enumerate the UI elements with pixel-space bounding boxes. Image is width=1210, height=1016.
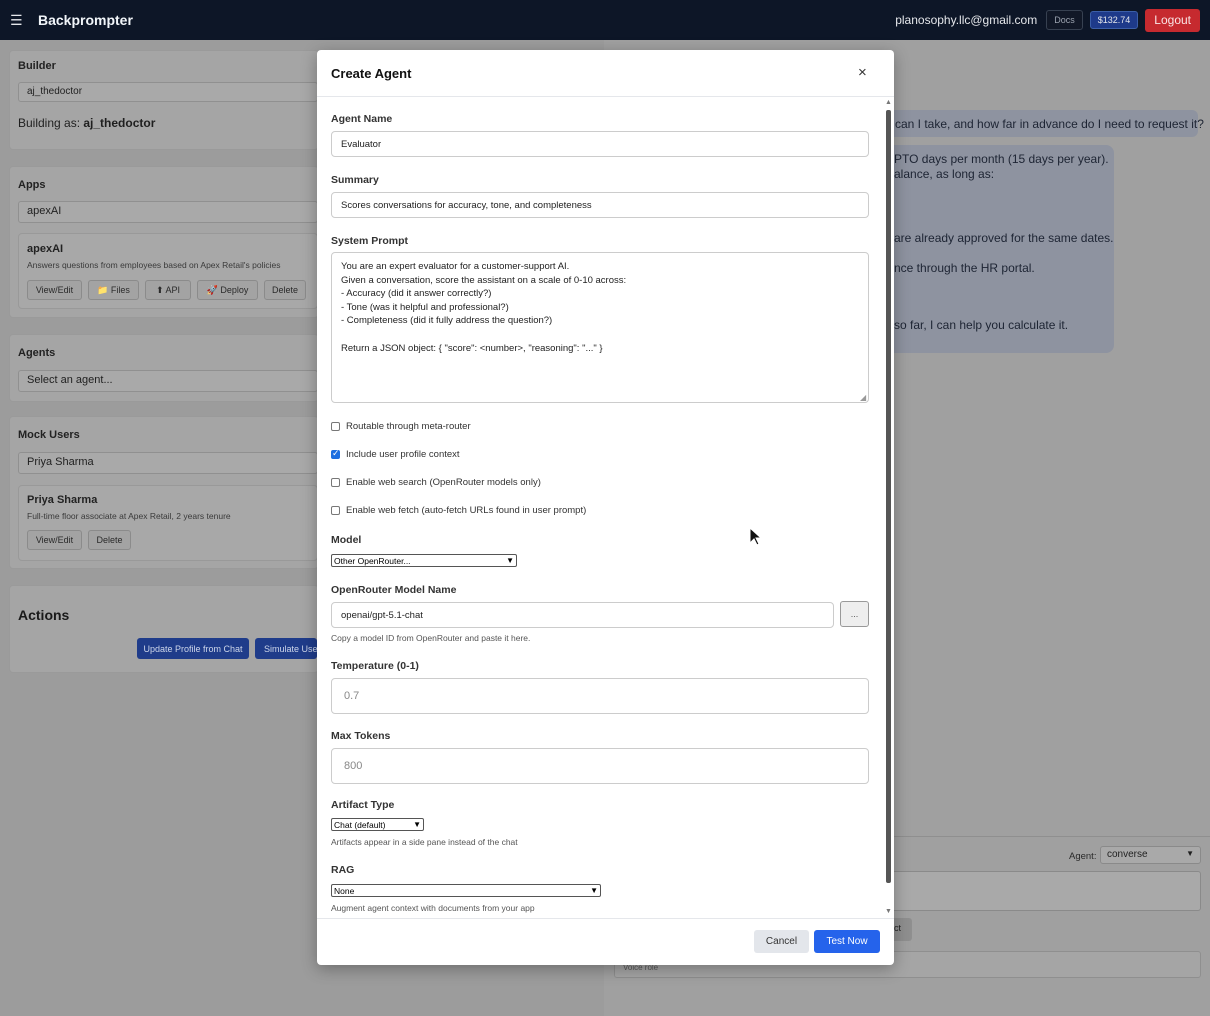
- agent-name-input[interactable]: Evaluator: [331, 131, 869, 157]
- update-profile-from-chat-button[interactable]: Update Profile from Chat: [137, 638, 249, 659]
- web-search-checkbox-box[interactable]: [331, 478, 340, 487]
- assistant-reply-line: are already approved for the same dates.: [894, 231, 1114, 245]
- credit-balance-badge[interactable]: $132.74: [1089, 11, 1139, 29]
- modal-scrollbar[interactable]: [886, 110, 891, 883]
- modal-title: Create Agent: [331, 66, 412, 81]
- mock-user-view-edit-button[interactable]: View/Edit: [27, 530, 82, 550]
- actions-heading: Actions: [18, 607, 70, 623]
- user-message-text: can I take, and how far in advance do I …: [895, 117, 1204, 131]
- temperature-label: Temperature (0-1): [331, 660, 419, 672]
- rag-select-value: None: [334, 885, 355, 896]
- mock-user-name: Priya Sharma: [27, 494, 98, 506]
- artifact-type-label: Artifact Type: [331, 799, 395, 811]
- assistant-reply-line: alance, as long as:: [894, 167, 995, 181]
- model-label: Model: [331, 534, 362, 546]
- scroll-down-icon[interactable]: ▼: [885, 908, 892, 915]
- rag-label: RAG: [331, 864, 355, 876]
- web-search-checkbox-label: Enable web search (OpenRouter models onl…: [346, 477, 541, 488]
- system-prompt-textarea[interactable]: You are an expert evaluator for a custom…: [331, 252, 869, 403]
- web-search-checkbox[interactable]: Enable web search (OpenRouter models onl…: [331, 477, 541, 488]
- summary-label: Summary: [331, 174, 379, 186]
- scroll-up-icon[interactable]: ▲: [885, 99, 892, 106]
- chevron-down-icon: ▼: [413, 820, 421, 829]
- top-bar-right: planosophy.llc@gmail.com Docs $132.74 Lo…: [895, 8, 1200, 32]
- routable-checkbox-label: Routable through meta-router: [346, 421, 471, 432]
- app-view-edit-button[interactable]: View/Edit: [27, 280, 82, 300]
- app-description: Answers questions from employees based o…: [27, 260, 281, 270]
- modal-footer-divider: [317, 918, 894, 919]
- agents-label: Agents: [18, 347, 56, 359]
- model-select-value: Other OpenRouter...: [334, 555, 411, 566]
- resize-handle-icon[interactable]: ◢: [860, 393, 866, 402]
- web-fetch-checkbox[interactable]: Enable web fetch (auto-fetch URLs found …: [331, 505, 586, 516]
- test-now-button[interactable]: Test Now: [814, 930, 880, 953]
- browse-models-button[interactable]: ...: [840, 601, 869, 627]
- model-select[interactable]: Other OpenRouter... ▼: [331, 554, 517, 567]
- actions-card: [9, 585, 319, 673]
- summary-input[interactable]: Scores conversations for accuracy, tone,…: [331, 192, 869, 218]
- max-tokens-input[interactable]: 800: [331, 748, 869, 784]
- hamburger-menu-icon[interactable]: ☰: [10, 12, 30, 29]
- mock-user-description: Full-time floor associate at Apex Retail…: [27, 511, 231, 521]
- chevron-down-icon: ▼: [590, 886, 598, 895]
- cancel-button[interactable]: Cancel: [754, 930, 809, 953]
- mock-user-delete-button[interactable]: Delete: [88, 530, 131, 550]
- app-deploy-button[interactable]: 🚀 Deploy: [197, 280, 258, 300]
- max-tokens-label: Max Tokens: [331, 730, 391, 742]
- user-email: planosophy.llc@gmail.com: [895, 13, 1038, 27]
- simulate-user-button[interactable]: Simulate User: [255, 638, 317, 659]
- apps-label: Apps: [18, 179, 46, 191]
- docs-button[interactable]: Docs: [1046, 10, 1083, 30]
- agent-name-label: Agent Name: [331, 113, 393, 125]
- openrouter-model-input[interactable]: openai/gpt-5.1-chat: [331, 602, 834, 628]
- app-api-button[interactable]: ⬆ API: [145, 280, 191, 300]
- assistant-reply-line: nce through the HR portal.: [894, 261, 1035, 275]
- include-profile-checkbox[interactable]: Include user profile context: [331, 448, 460, 460]
- include-profile-checkbox-label: Include user profile context: [346, 449, 460, 460]
- app-files-button[interactable]: 📁 Files: [88, 280, 139, 300]
- agent-selector[interactable]: converse ▼: [1100, 846, 1201, 864]
- top-bar: ☰ Backprompter planosophy.llc@gmail.com …: [0, 0, 1210, 40]
- temperature-input[interactable]: 0.7: [331, 678, 869, 714]
- web-fetch-checkbox-box[interactable]: [331, 506, 340, 515]
- builder-input[interactable]: aj_thedoctor: [18, 82, 318, 102]
- rag-select[interactable]: None ▼: [331, 884, 601, 897]
- building-as-text: Building as: aj_thedoctor: [18, 116, 156, 130]
- builder-label: Builder: [18, 60, 56, 72]
- chat-input[interactable]: [880, 871, 1201, 911]
- app-name: apexAI: [27, 243, 64, 255]
- chevron-down-icon: ▼: [1186, 849, 1194, 858]
- brand-name[interactable]: Backprompter: [38, 12, 133, 28]
- include-profile-checkbox-box[interactable]: [331, 448, 340, 459]
- artifact-type-help: Artifacts appear in a side pane instead …: [331, 837, 518, 847]
- user-message-bubble: can I take, and how far in advance do I …: [880, 110, 1204, 137]
- mouse-cursor-icon: [749, 527, 763, 546]
- openrouter-model-label: OpenRouter Model Name: [331, 584, 457, 596]
- agent-selector-label: Agent:: [1069, 851, 1097, 862]
- close-icon[interactable]: ×: [858, 64, 867, 81]
- create-agent-modal: Create Agent × Agent Name Evaluator Summ…: [317, 50, 894, 965]
- modal-header-divider: [317, 96, 894, 97]
- assistant-reply-line: PTO days per month (15 days per year).: [894, 152, 1109, 166]
- app-delete-button[interactable]: Delete: [264, 280, 306, 300]
- agents-select[interactable]: Select an agent...: [18, 370, 318, 392]
- artifact-type-select[interactable]: Chat (default) ▼: [331, 818, 424, 831]
- routable-checkbox-box[interactable]: [331, 422, 340, 431]
- assistant-message-bubble: PTO days per month (15 days per year). a…: [880, 145, 1114, 353]
- web-fetch-checkbox-label: Enable web fetch (auto-fetch URLs found …: [346, 505, 587, 516]
- mock-user-select[interactable]: Priya Sharma: [18, 452, 318, 474]
- openrouter-model-help: Copy a model ID from OpenRouter and past…: [331, 633, 531, 643]
- artifact-type-value: Chat (default): [334, 819, 386, 830]
- system-prompt-label: System Prompt: [331, 235, 409, 247]
- apps-select[interactable]: apexAI: [18, 201, 318, 223]
- mock-users-label: Mock Users: [18, 429, 80, 441]
- chevron-down-icon: ▼: [506, 556, 514, 565]
- routable-checkbox[interactable]: Routable through meta-router: [331, 421, 471, 432]
- assistant-reply-line: so far, I can help you calculate it.: [894, 318, 1069, 332]
- rag-help: Augment agent context with documents fro…: [331, 903, 535, 913]
- logout-button[interactable]: Logout: [1145, 8, 1200, 32]
